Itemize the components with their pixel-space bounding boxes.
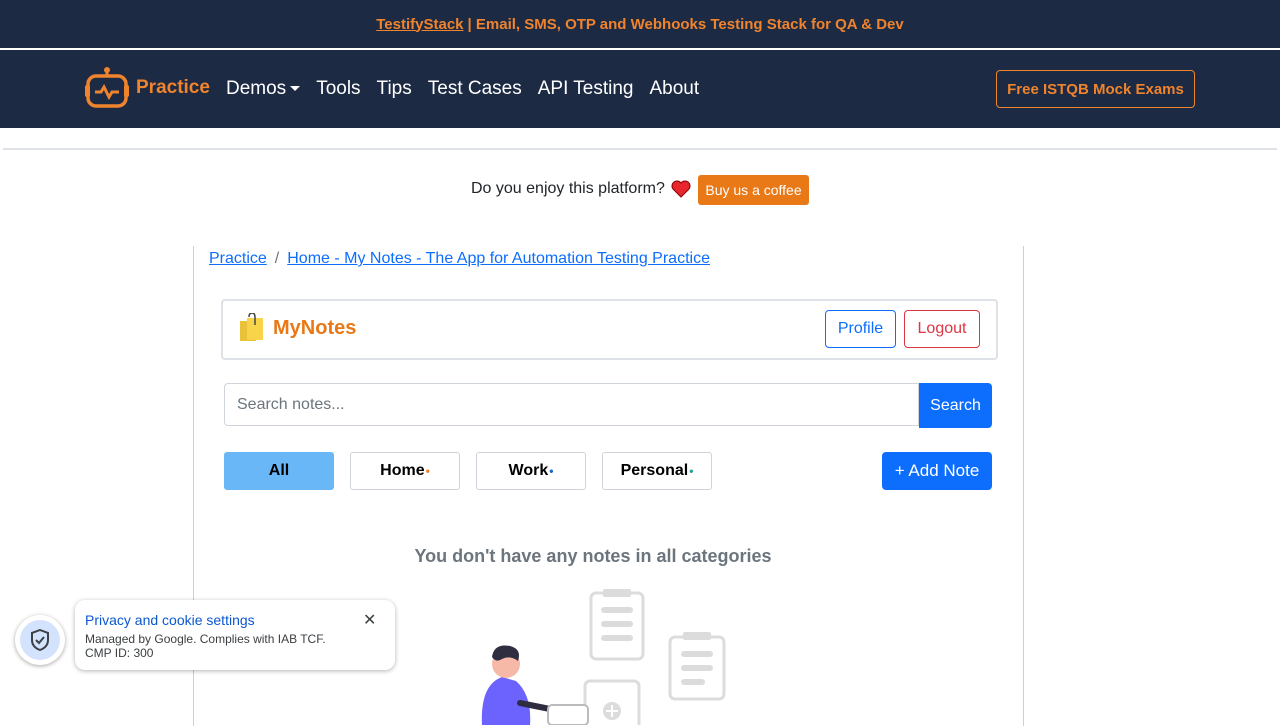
support-question-text: Do you enjoy this platform?: [471, 180, 665, 197]
category-personal-label: Personal: [620, 462, 689, 479]
nav-demos[interactable]: Demos: [226, 78, 301, 100]
category-personal[interactable]: Personal •: [602, 452, 712, 490]
cookie-title[interactable]: Privacy and cookie settings: [85, 612, 255, 628]
caret-down-icon: [290, 86, 301, 92]
breadcrumb-separator: /: [274, 250, 280, 267]
cookie-settings-popup[interactable]: Privacy and cookie settings Managed by G…: [75, 600, 395, 670]
promo-text: | Email, SMS, OTP and Webhooks Testing S…: [467, 15, 904, 33]
nav-links: Demos Tools Tips Test Cases API Testing …: [226, 78, 699, 100]
category-home-label: Home: [380, 462, 425, 479]
istqb-mock-exams-button[interactable]: Free ISTQB Mock Exams: [996, 70, 1195, 108]
category-home[interactable]: Home •: [350, 452, 460, 490]
nav-test-cases[interactable]: Test Cases: [428, 78, 522, 100]
notes-icon: [240, 313, 263, 341]
divider: [3, 148, 1277, 150]
mynotes-logo[interactable]: MyNotes: [237, 313, 356, 343]
brand-name: Practice: [136, 77, 210, 98]
add-note-button[interactable]: + Add Note: [882, 452, 992, 490]
category-work-label: Work: [508, 462, 549, 479]
promo-banner: TestifyStack | Email, SMS, OTP and Webho…: [0, 0, 1280, 50]
breadcrumb: Practice / Home - My Notes - The App for…: [209, 250, 710, 268]
nav-api-testing[interactable]: API Testing: [538, 78, 634, 100]
nav-tips[interactable]: Tips: [377, 78, 412, 100]
search-button[interactable]: Search: [919, 383, 992, 428]
search-input[interactable]: [224, 383, 919, 426]
category-all[interactable]: All: [224, 452, 334, 490]
nav-tools[interactable]: Tools: [316, 78, 360, 100]
profile-button[interactable]: Profile: [825, 310, 896, 348]
navbar: Practice Demos Tools Tips Test Cases API…: [0, 50, 1280, 128]
empty-message: You don't have any notes in all categori…: [414, 546, 772, 566]
privacy-shield-button[interactable]: [15, 615, 65, 665]
app-header: MyNotes Profile Logout: [221, 299, 998, 360]
buy-coffee-button[interactable]: Buy us a coffee: [698, 175, 809, 205]
nav-about[interactable]: About: [650, 78, 700, 100]
cookie-managed-text: Managed by Google. Complies with IAB TCF…: [85, 632, 326, 646]
empty-notes-illustration: [481, 589, 726, 725]
brand[interactable]: Practice: [84, 66, 210, 110]
category-dot-icon: •: [549, 464, 554, 478]
search-bar: Search: [224, 383, 992, 428]
close-icon[interactable]: ✕: [363, 610, 376, 630]
testifystack-link[interactable]: TestifyStack: [376, 16, 463, 33]
breadcrumb-practice[interactable]: Practice: [209, 250, 267, 268]
cookie-cmp-text: CMP ID: 300: [85, 646, 154, 660]
nav-demos-label: Demos: [226, 78, 287, 99]
robot-logo-icon: [85, 67, 129, 108]
category-all-label: All: [268, 462, 290, 479]
category-dot-icon: •: [425, 464, 430, 478]
category-work[interactable]: Work •: [476, 452, 586, 490]
app-title: MyNotes: [273, 316, 357, 339]
breadcrumb-current[interactable]: Home - My Notes - The App for Automation…: [287, 250, 710, 268]
support-question: Do you enjoy this platform?: [471, 180, 691, 198]
shield-icon: [20, 620, 60, 660]
category-dot-icon: •: [689, 464, 694, 478]
heart-icon: [671, 180, 691, 198]
logout-button[interactable]: Logout: [904, 310, 980, 348]
